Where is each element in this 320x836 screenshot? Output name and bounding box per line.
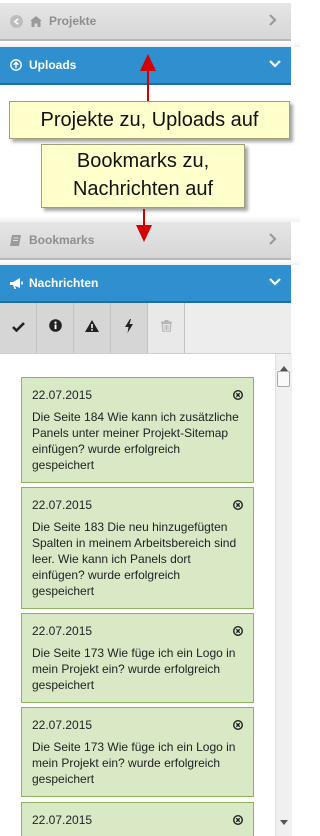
annotation-arrow-down-icon bbox=[136, 225, 152, 242]
megaphone-icon bbox=[9, 276, 23, 290]
lightning-icon bbox=[125, 318, 133, 338]
info-icon bbox=[48, 319, 62, 337]
annotation-note-bookmarks-nachrichten: Bookmarks zu, Nachrichten auf bbox=[41, 144, 245, 208]
chevron-right-icon bbox=[269, 233, 277, 245]
close-circle-icon[interactable] bbox=[232, 813, 244, 826]
close-circle-icon[interactable] bbox=[232, 718, 244, 731]
message-date: 22.07.2015 bbox=[32, 498, 93, 512]
filter-info-button[interactable] bbox=[37, 303, 74, 353]
annotation-text: Projekte zu, Uploads auf bbox=[40, 109, 259, 131]
message-card: 22.07.2015 Die Seite 184 Wie kann ich zu… bbox=[21, 377, 254, 483]
annotation-arrow-up-line bbox=[147, 68, 149, 102]
back-circle-icon[interactable] bbox=[9, 14, 23, 28]
trash-icon bbox=[160, 319, 172, 337]
panel-title-projekte: Projekte bbox=[49, 14, 97, 28]
book-icon bbox=[9, 233, 23, 247]
message-card: 22.07.2015 Die Seite 173 Wie füge ich ei… bbox=[21, 613, 254, 703]
warning-icon bbox=[85, 319, 99, 337]
filter-success-button[interactable] bbox=[0, 303, 37, 353]
filter-error-button[interactable] bbox=[111, 303, 148, 353]
message-filter-toolbar bbox=[0, 303, 291, 354]
annotation-text: Nachrichten auf bbox=[72, 178, 214, 200]
scroll-down-arrow-icon[interactable] bbox=[280, 812, 288, 830]
chevron-down-icon bbox=[269, 278, 281, 286]
message-card: 22.07.2015 Die Seite 183 Die neu hinzuge… bbox=[21, 487, 254, 609]
panel-header-nachrichten[interactable]: Nachrichten bbox=[0, 265, 291, 303]
upload-circle-icon bbox=[9, 58, 23, 72]
message-text: Die Seite 173 Wie füge ich ein Logo in m… bbox=[32, 646, 236, 692]
home-icon bbox=[29, 14, 43, 28]
message-list[interactable]: 22.07.2015 Die Seite 184 Wie kann ich zu… bbox=[0, 354, 275, 836]
check-icon bbox=[11, 319, 25, 337]
delete-messages-button[interactable] bbox=[148, 303, 185, 353]
panel-title-bookmarks: Bookmarks bbox=[29, 233, 95, 247]
scrollbar-thumb[interactable] bbox=[277, 371, 290, 387]
message-card: 22.07.2015 Die Seite 173 Wie füge ich ei… bbox=[21, 707, 254, 797]
message-date: 22.07.2015 bbox=[32, 624, 93, 638]
message-text: Die Seite 184 Wie kann ich zusätzliche P… bbox=[32, 410, 239, 472]
message-date: 22.07.2015 bbox=[32, 813, 93, 827]
annotation-arrow-up-icon bbox=[140, 54, 156, 71]
close-circle-icon[interactable] bbox=[232, 498, 244, 511]
filter-warning-button[interactable] bbox=[74, 303, 111, 353]
message-date: 22.07.2015 bbox=[32, 718, 93, 732]
close-circle-icon[interactable] bbox=[232, 388, 244, 401]
message-list-scrollbar[interactable] bbox=[275, 354, 292, 836]
message-card: 22.07.2015 bbox=[21, 802, 254, 836]
annotation-note-projekte-uploads: Projekte zu, Uploads auf bbox=[9, 101, 290, 139]
chevron-down-icon bbox=[269, 60, 281, 68]
panel-title-nachrichten: Nachrichten bbox=[29, 276, 99, 290]
message-text: Die Seite 183 Die neu hinzugefügten Spal… bbox=[32, 520, 237, 598]
message-date: 22.07.2015 bbox=[32, 388, 93, 402]
close-circle-icon[interactable] bbox=[232, 624, 244, 637]
chevron-right-icon bbox=[269, 14, 277, 26]
panel-header-projekte[interactable]: Projekte bbox=[0, 3, 291, 41]
message-text: Die Seite 173 Wie füge ich ein Logo in m… bbox=[32, 740, 236, 786]
panel-title-uploads: Uploads bbox=[29, 58, 77, 72]
annotation-text: Bookmarks zu, bbox=[76, 150, 210, 172]
